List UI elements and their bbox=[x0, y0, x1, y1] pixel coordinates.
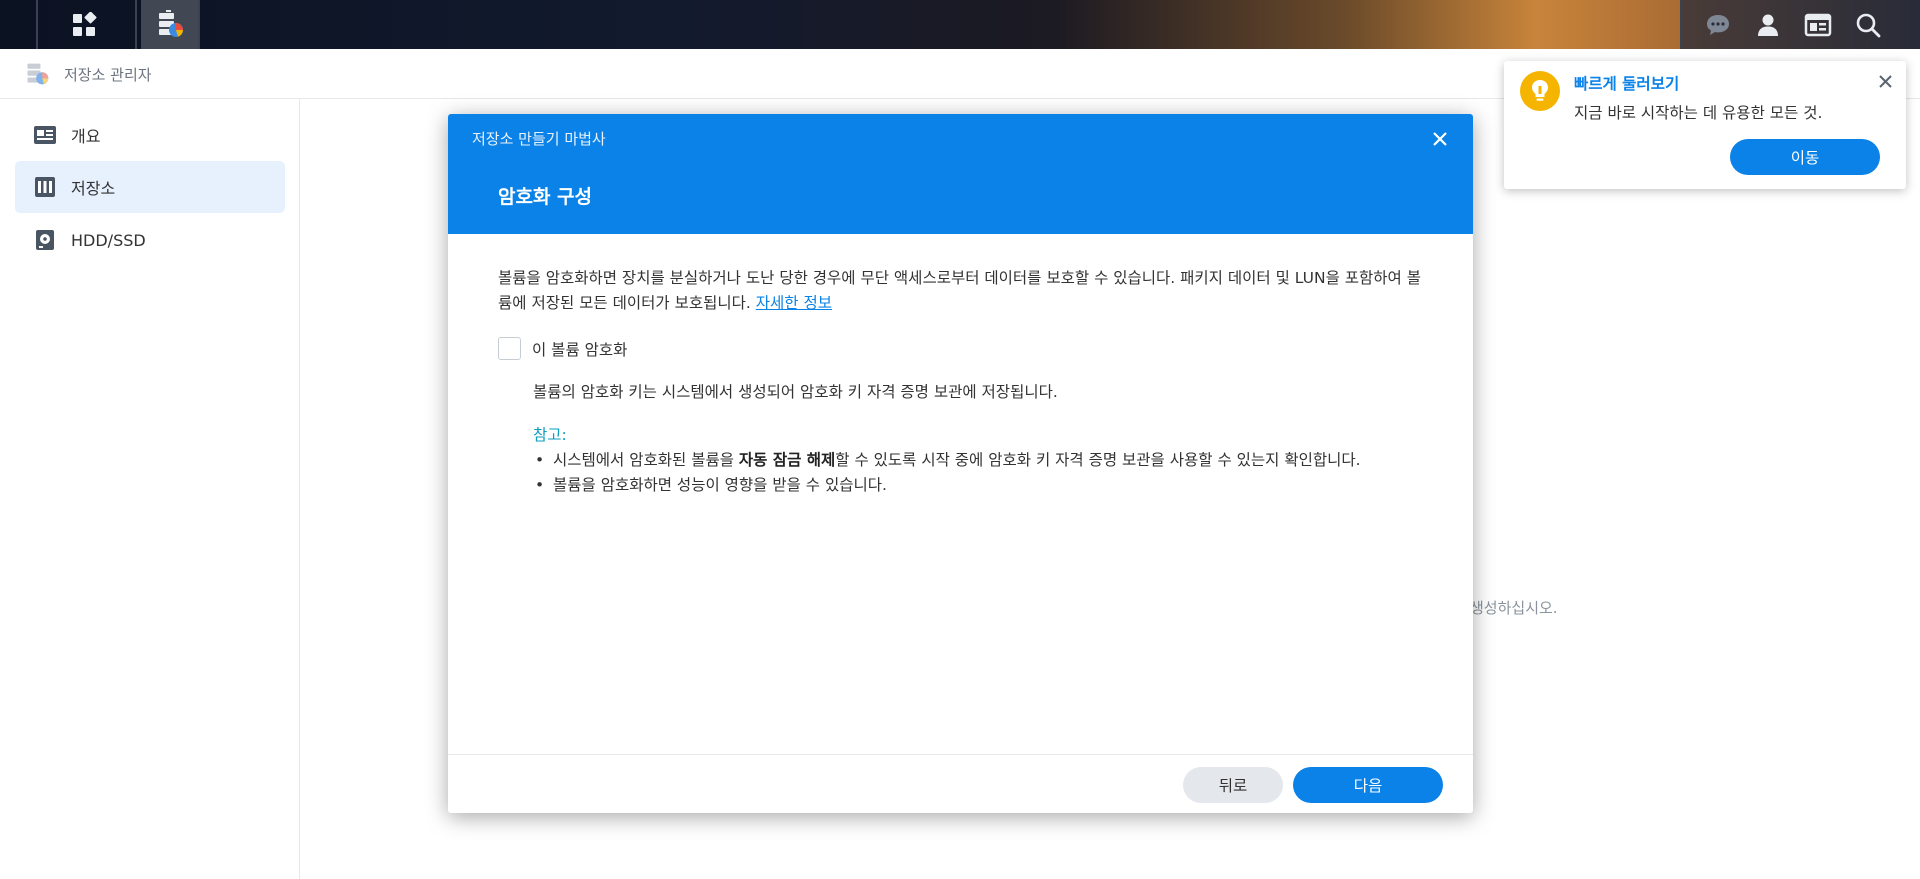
quick-tour-go-button[interactable]: 이동 bbox=[1730, 139, 1880, 175]
wizard-header: 저장소 만들기 마법사 암호화 구성 bbox=[448, 114, 1473, 234]
main-menu-icon bbox=[73, 11, 97, 36]
user-icon bbox=[1758, 14, 1778, 36]
search-icon bbox=[1856, 13, 1881, 37]
quick-tour-popup: 빠르게 둘러보기 지금 바로 시작하는 데 유용한 모든 것. 이동 bbox=[1504, 61, 1906, 189]
note-item-text: 볼륨을 암호화하면 성능이 영향을 받을 수 있습니다. bbox=[553, 476, 887, 494]
main-menu-button[interactable] bbox=[40, 0, 128, 49]
back-button[interactable]: 뒤로 bbox=[1183, 767, 1283, 803]
encryption-description: 볼륨을 암호화하면 장치를 분실하거나 도난 당한 경우에 무단 액세스로부터 … bbox=[498, 266, 1428, 316]
chat-icon bbox=[1707, 14, 1729, 35]
disk-icon bbox=[33, 228, 57, 252]
lightbulb-icon bbox=[1520, 71, 1560, 111]
encrypt-volume-checkbox[interactable] bbox=[498, 337, 521, 360]
quick-tour-text: 지금 바로 시작하는 데 유용한 모든 것. bbox=[1574, 104, 1823, 122]
sidebar-item-label: HDD/SSD bbox=[71, 230, 146, 250]
taskbar bbox=[0, 0, 1920, 49]
next-button[interactable]: 다음 bbox=[1293, 767, 1443, 803]
overview-icon bbox=[33, 123, 57, 147]
app-title: 저장소 관리자 bbox=[64, 66, 152, 84]
sidebar-item-hdd-ssd[interactable]: HDD/SSD bbox=[15, 214, 285, 266]
widgets-icon bbox=[1804, 13, 1832, 36]
background-hint-text: 생성하십시오. bbox=[1470, 599, 1558, 617]
encrypt-volume-option[interactable]: 이 볼륨 암호화 bbox=[498, 337, 627, 360]
user-button[interactable] bbox=[1743, 0, 1793, 49]
description-text: 볼륨을 암호화하면 장치를 분실하거나 도난 당한 경우에 무단 액세스로부터 … bbox=[498, 269, 1421, 312]
widgets-button[interactable] bbox=[1793, 0, 1843, 49]
note-list: 시스템에서 암호화된 볼륨을 자동 잠금 해제할 수 있도록 시작 중에 암호화… bbox=[533, 448, 1413, 498]
learn-more-link[interactable]: 자세한 정보 bbox=[756, 294, 832, 312]
encrypt-volume-label: 이 볼륨 암호화 bbox=[532, 340, 628, 359]
taskbar-separator bbox=[135, 0, 137, 49]
storage-manager-app-icon bbox=[158, 9, 183, 37]
storage-icon bbox=[33, 175, 57, 199]
sidebar-item-label: 개요 bbox=[71, 127, 101, 146]
taskbar-separator bbox=[1680, 0, 1682, 49]
note-item: 볼륨을 암호화하면 성능이 영향을 받을 수 있습니다. bbox=[533, 473, 1413, 498]
search-button[interactable] bbox=[1843, 0, 1893, 49]
close-icon bbox=[1433, 132, 1447, 146]
create-storage-wizard-dialog: 저장소 만들기 마법사 암호화 구성 볼륨을 암호화하면 장치를 분실하거나 도… bbox=[448, 114, 1473, 813]
note-item-text: 할 수 있도록 시작 중에 암호화 키 자격 증명 보관을 사용할 수 있는지 … bbox=[835, 451, 1361, 469]
note-item: 시스템에서 암호화된 볼륨을 자동 잠금 해제할 수 있도록 시작 중에 암호화… bbox=[533, 448, 1413, 473]
close-button[interactable] bbox=[1429, 128, 1451, 150]
quick-tour-close-button[interactable] bbox=[1874, 70, 1896, 92]
sidebar-item-overview[interactable]: 개요 bbox=[15, 109, 285, 161]
note-title: 참고: bbox=[533, 426, 567, 444]
storage-manager-app-icon bbox=[27, 63, 49, 85]
quick-tour-title: 빠르게 둘러보기 bbox=[1574, 75, 1680, 93]
wizard-footer: 뒤로 다음 bbox=[448, 754, 1473, 813]
note-item-bold-text: 자동 잠금 해제 bbox=[738, 451, 836, 469]
taskbar-separator bbox=[36, 0, 38, 49]
note-item-text: 시스템에서 암호화된 볼륨을 bbox=[553, 451, 739, 469]
taskbar-storage-manager-button[interactable] bbox=[141, 0, 198, 49]
step-title: 암호화 구성 bbox=[498, 186, 593, 208]
wizard-title: 저장소 만들기 마법사 bbox=[472, 130, 606, 148]
sidebar: 개요 저장소 HDD/SSD bbox=[0, 99, 300, 879]
encryption-key-note: 볼륨의 암호화 키는 시스템에서 생성되어 암호화 키 자격 증명 보관에 저장… bbox=[533, 383, 1058, 401]
sidebar-item-storage[interactable]: 저장소 bbox=[15, 161, 285, 213]
taskbar-separator bbox=[198, 0, 200, 49]
chat-button[interactable] bbox=[1693, 0, 1743, 49]
sidebar-item-label: 저장소 bbox=[71, 179, 116, 198]
close-icon bbox=[1878, 74, 1892, 88]
